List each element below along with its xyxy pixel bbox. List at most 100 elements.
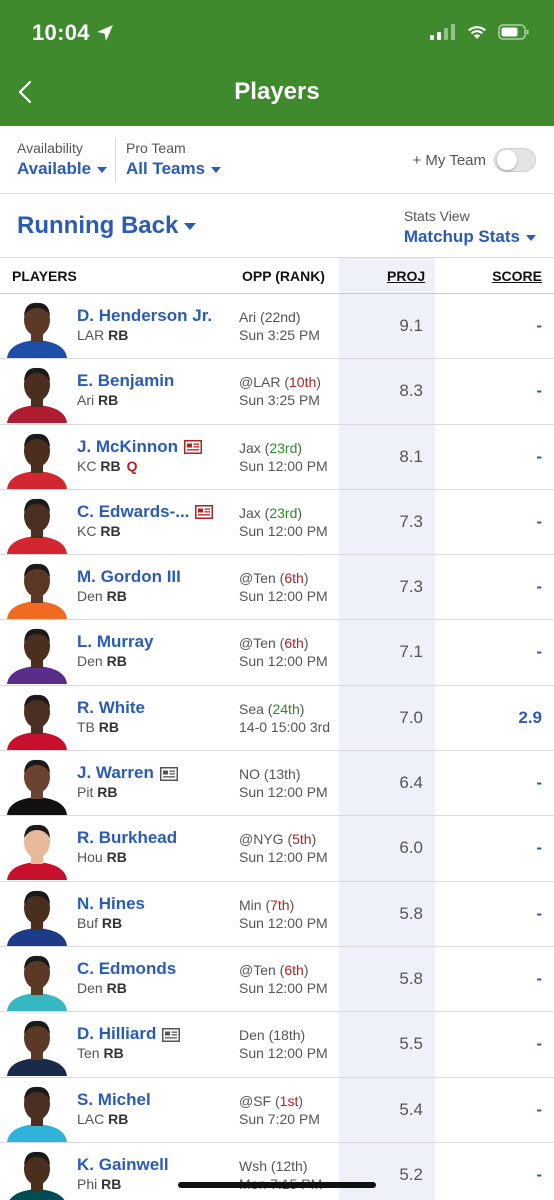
player-name-link[interactable]: E. Benjamin: [77, 371, 174, 391]
opponent-team: @Ten: [239, 961, 276, 978]
player-headshot-image: [7, 955, 67, 1011]
player-name-link[interactable]: C. Edmonds: [77, 959, 176, 979]
table-row[interactable]: D. Henderson Jr. LAR RB Ari (22nd) Sun 3:25…: [0, 294, 554, 360]
player-name-link[interactable]: K. Gainwell: [77, 1155, 169, 1175]
player-name-link[interactable]: J. Warren: [77, 763, 178, 783]
opponent-rank: 12th: [275, 1157, 303, 1174]
cellular-signal-icon: [430, 24, 455, 40]
player-headshot-image: [7, 890, 67, 946]
opponent-team: Jax: [239, 504, 261, 521]
table-row[interactable]: M. Gordon III Den RB @Ten (6th) Sun 12:00 P…: [0, 555, 554, 621]
score-value: -: [536, 316, 542, 335]
player-headshot[interactable]: [3, 557, 71, 620]
player-headshot[interactable]: [3, 492, 71, 554]
player-headshot-image: [7, 368, 67, 424]
player-name-link[interactable]: L. Murray: [77, 632, 154, 652]
player-name-link[interactable]: M. Gordon III: [77, 567, 181, 587]
table-row[interactable]: E. Benjamin Ari RB @LAR (10th) Sun 3:25 PM 8…: [0, 359, 554, 425]
player-name-link[interactable]: C. Edwards-...: [77, 502, 214, 522]
player-headshot[interactable]: [3, 1145, 71, 1200]
table-row[interactable]: S. Michel LAC RB @SF (1st) Sun 7:20 PM 5.4 -: [0, 1078, 554, 1143]
news-icon[interactable]: [159, 766, 178, 781]
stats-view-value[interactable]: Matchup Stats: [404, 227, 536, 247]
player-headshot[interactable]: [3, 753, 71, 816]
projected-points: 6.4: [399, 773, 423, 793]
pro-team-value[interactable]: All Teams: [126, 159, 222, 179]
player-headshot[interactable]: [3, 1080, 71, 1142]
table-row[interactable]: K. GainwellPhi RBWsh (12th)Mon 7:15 PM5.…: [0, 1143, 554, 1200]
player-headshot[interactable]: [3, 361, 71, 424]
game-time: Sun 12:00 PM: [239, 784, 328, 801]
pro-team-label: Pro Team: [126, 140, 186, 156]
my-team-toggle[interactable]: [494, 148, 536, 172]
opponent-rank: 7th: [270, 896, 290, 913]
opponent-team: @SF: [239, 1092, 272, 1109]
player-name-link[interactable]: R. Burkhead: [77, 828, 177, 848]
my-team-filter[interactable]: + My Team: [413, 148, 536, 172]
player-headshot[interactable]: [3, 818, 71, 881]
table-row[interactable]: R. White TB RB Sea (24th) 14-0 15:00 3rd 7.0…: [0, 686, 554, 752]
opponent-rank: 6th: [284, 961, 304, 978]
opponent-info: Sea (24th) 14-0 15:00 3rd: [239, 700, 331, 735]
player-headshot[interactable]: [3, 427, 71, 489]
player-team: Pit: [77, 784, 94, 801]
player-team-position: Ten RB: [77, 1045, 124, 1061]
table-row[interactable]: J. Warren Pit RB NO (13th) Sun 12:00 PM 6.4 -: [0, 751, 554, 817]
table-row[interactable]: N. Hines Buf RB Min (7th) Sun 12:00 PM 5.8 -: [0, 882, 554, 947]
player-name-link[interactable]: D. Hilliard: [77, 1024, 181, 1044]
position-dropdown[interactable]: Running Back: [17, 212, 197, 240]
news-icon[interactable]: [195, 505, 214, 520]
player-headshot-image: [7, 1086, 67, 1142]
player-headshot[interactable]: [3, 296, 71, 358]
player-position: RB: [106, 979, 127, 996]
availability-filter[interactable]: Availability Available: [17, 140, 108, 179]
table-row[interactable]: C. Edwards-... KC RB Jax (23rd) Sun 12:00 P…: [0, 490, 554, 556]
player-headshot[interactable]: [3, 884, 71, 946]
score-value: -: [536, 1099, 542, 1119]
score-value: -: [536, 903, 542, 923]
player-team-position: KC RB Q: [77, 458, 137, 474]
player-headshot[interactable]: [3, 688, 71, 750]
player-headshot[interactable]: [3, 1014, 71, 1077]
player-team-position: Den RB: [77, 588, 127, 604]
player-headshot[interactable]: [3, 949, 71, 1011]
player-headshot-image: [7, 760, 67, 816]
opponent-info: Jax (23rd) Sun 12:00 PM: [239, 504, 328, 539]
score-value: -: [536, 968, 542, 988]
player-team-position: Phi RB: [77, 1176, 121, 1192]
caret-down-icon: [526, 234, 536, 241]
table-row[interactable]: C. Edmonds Den RB @Ten (6th) Sun 12:00 PM 5.…: [0, 947, 554, 1013]
opponent-team: Wsh: [239, 1157, 267, 1174]
player-name-link[interactable]: S. Michel: [77, 1090, 151, 1110]
opponent-info: @LAR (10th) Sun 3:25 PM: [239, 374, 321, 409]
player-headshot-image: [9, 1151, 65, 1200]
player-position: RB: [108, 1110, 129, 1127]
player-name-link[interactable]: J. McKinnon: [77, 437, 203, 457]
table-row[interactable]: L. Murray Den RB @Ten (6th) Sun 12:00 PM 7.1…: [0, 620, 554, 686]
player-team-position: KC RB: [77, 523, 121, 539]
player-team: KC: [77, 522, 97, 539]
news-icon[interactable]: [184, 440, 203, 455]
projected-points: 7.0: [399, 707, 423, 727]
player-team: Ari: [77, 392, 95, 409]
player-team: Den: [77, 588, 103, 605]
availability-value[interactable]: Available: [17, 159, 108, 179]
stats-view-selector[interactable]: Stats View Matchup Stats: [404, 208, 536, 247]
player-headshot[interactable]: [3, 622, 71, 685]
projected-points: 5.4: [399, 1099, 423, 1119]
pro-team-filter[interactable]: Pro Team All Teams: [126, 140, 222, 179]
header-proj[interactable]: PROJ: [387, 268, 425, 284]
table-row[interactable]: J. McKinnon KC RB Q Jax (23rd) Sun 12:00 PM 8…: [0, 425, 554, 490]
player-position: RB: [106, 588, 127, 605]
table-row[interactable]: R. Burkhead Hou RB @NYG (5th) Sun 12:00 PM 6…: [0, 816, 554, 882]
player-name-link[interactable]: R. White: [77, 698, 145, 718]
player-team-position: Ari RB: [77, 392, 118, 408]
player-name-link[interactable]: D. Henderson Jr.: [77, 306, 212, 326]
table-row[interactable]: D. Hilliard Ten RB Den (18th) Sun 12:00 PM 5…: [0, 1012, 554, 1078]
player-team-position: LAR RB: [77, 327, 128, 343]
player-name-link[interactable]: N. Hines: [77, 894, 145, 914]
news-icon[interactable]: [162, 1027, 181, 1042]
opponent-rank: 6th: [284, 570, 304, 587]
opponent-info: @NYG (5th) Sun 12:00 PM: [239, 831, 328, 866]
header-score[interactable]: SCORE: [492, 268, 542, 284]
